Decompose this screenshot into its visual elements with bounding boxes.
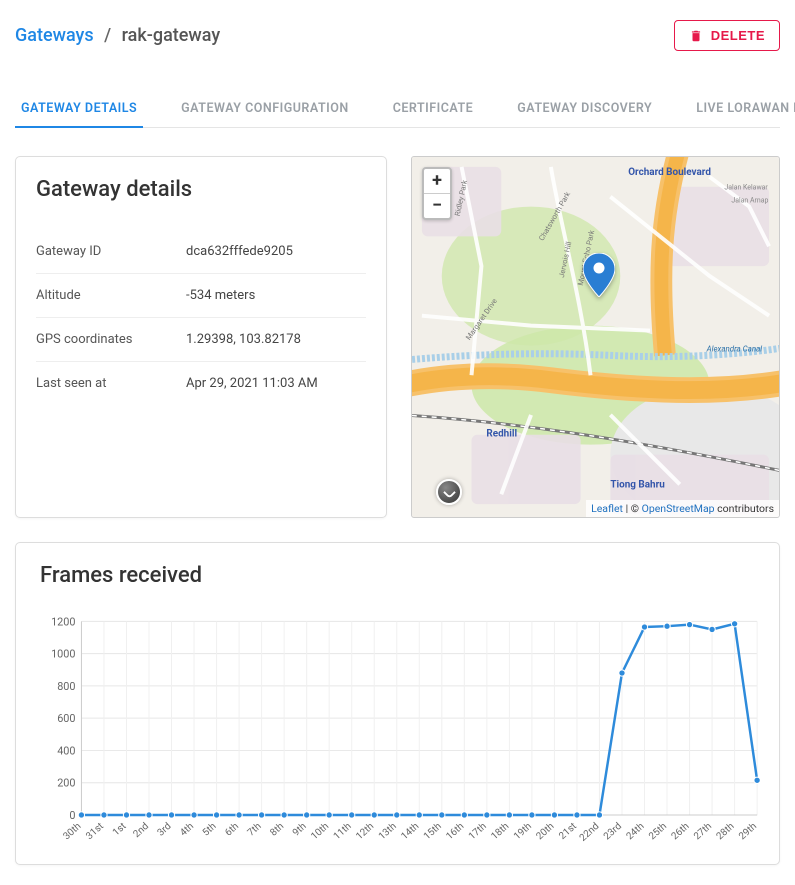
map-label-tiong: Tiong Bahru — [610, 479, 665, 490]
svg-text:29th: 29th — [737, 821, 759, 842]
map-label-orchard: Orchard Boulevard — [628, 167, 711, 178]
svg-text:1000: 1000 — [51, 648, 75, 661]
svg-text:27th: 27th — [692, 821, 714, 842]
detail-value: 1.29398, 103.82178 — [186, 332, 301, 347]
zoom-in-button[interactable]: + — [424, 169, 450, 194]
frames-received-card: Frames received 0 200 400 600 800 1000 1200 30t… — [15, 542, 780, 865]
svg-text:800: 800 — [57, 680, 75, 693]
map-label-jalan-arnap: Jalan Arnap — [731, 197, 768, 205]
detail-row-gateway-id: Gateway ID dca632fffede9205 — [36, 230, 366, 274]
tabs: GATEWAY DETAILS GATEWAY CONFIGURATION CE… — [15, 91, 780, 128]
breadcrumb-separator: / — [104, 25, 111, 46]
detail-label: Altitude — [36, 288, 186, 303]
frames-chart: 0 200 400 600 800 1000 1200 30th31st 1st2nd 3rd4t… — [36, 612, 767, 852]
svg-text:15th: 15th — [422, 821, 444, 842]
frames-title: Frames received — [36, 563, 767, 588]
detail-label: GPS coordinates — [36, 332, 186, 347]
svg-text:17th: 17th — [467, 821, 489, 842]
delete-button[interactable]: DELETE — [674, 20, 780, 51]
trash-icon — [689, 29, 703, 43]
detail-value: dca632fffede9205 — [186, 244, 293, 259]
svg-text:12th: 12th — [354, 821, 376, 842]
svg-text:23rd: 23rd — [602, 821, 624, 842]
svg-text:31st: 31st — [84, 821, 106, 842]
svg-text:400: 400 — [57, 744, 75, 757]
detail-label: Last seen at — [36, 376, 186, 391]
svg-text:13th: 13th — [377, 821, 399, 842]
svg-text:10th: 10th — [309, 821, 331, 842]
tab-certificate[interactable]: CERTIFICATE — [387, 91, 480, 127]
map-attrib-osm-link[interactable]: OpenStreetMap — [642, 502, 715, 515]
svg-text:200: 200 — [57, 777, 75, 790]
svg-text:9th: 9th — [291, 821, 309, 839]
detail-label: Gateway ID — [36, 244, 186, 259]
svg-text:2nd: 2nd — [131, 821, 151, 840]
svg-text:21st: 21st — [557, 821, 579, 842]
delete-button-label: DELETE — [711, 28, 765, 43]
svg-text:600: 600 — [57, 712, 75, 725]
svg-text:3rd: 3rd — [156, 821, 174, 839]
breadcrumb-current: rak-gateway — [122, 25, 221, 46]
svg-text:1st: 1st — [111, 821, 129, 838]
svg-text:1200: 1200 — [51, 615, 75, 628]
breadcrumb: Gateways / rak-gateway — [15, 25, 220, 46]
detail-row-gps: GPS coordinates 1.29398, 103.82178 — [36, 318, 366, 362]
map-background: Orchard Boulevard Redhill Tiong Bahru Al… — [412, 157, 779, 516]
map[interactable]: Orchard Boulevard Redhill Tiong Bahru Al… — [411, 156, 780, 518]
map-label-jalan-kelawar: Jalan Kelawar — [724, 184, 768, 192]
svg-text:19th: 19th — [512, 821, 534, 842]
detail-value: Apr 29, 2021 11:03 AM — [186, 376, 318, 391]
map-zoom-controls: + − — [422, 167, 452, 220]
map-label-alexandra: Alexandra Canal — [706, 344, 763, 353]
svg-text:30th: 30th — [61, 821, 83, 842]
svg-text:24th: 24th — [624, 821, 646, 842]
details-title: Gateway details — [36, 177, 366, 202]
map-marker-secondary-icon — [436, 479, 462, 505]
svg-text:0: 0 — [69, 809, 75, 822]
svg-text:16th: 16th — [444, 821, 466, 842]
svg-text:8th: 8th — [268, 821, 286, 839]
svg-text:22nd: 22nd — [578, 821, 602, 844]
svg-text:11th: 11th — [332, 821, 354, 842]
tab-live-lorawan-frames[interactable]: LIVE LORAWAN FRAMES — [690, 91, 795, 127]
svg-text:20th: 20th — [534, 821, 556, 842]
svg-text:25th: 25th — [647, 821, 669, 842]
svg-text:18th: 18th — [489, 821, 511, 842]
svg-text:26th: 26th — [670, 821, 692, 842]
svg-text:4th: 4th — [178, 821, 196, 839]
tab-gateway-details[interactable]: GATEWAY DETAILS — [15, 91, 143, 128]
map-marker-icon — [583, 253, 615, 301]
map-label-redhill: Redhill — [486, 429, 517, 440]
svg-text:28th: 28th — [715, 821, 737, 842]
gateway-details-card: Gateway details Gateway ID dca632fffede9… — [15, 156, 387, 518]
tab-gateway-discovery[interactable]: GATEWAY DISCOVERY — [511, 91, 658, 127]
breadcrumb-root-link[interactable]: Gateways — [15, 25, 94, 46]
map-attrib-leaflet-link[interactable]: Leaflet — [591, 502, 623, 515]
svg-text:14th: 14th — [399, 821, 421, 842]
svg-text:5th: 5th — [201, 821, 219, 839]
svg-text:6th: 6th — [223, 821, 241, 839]
detail-row-last-seen: Last seen at Apr 29, 2021 11:03 AM — [36, 362, 366, 405]
map-attribution: Leaflet | © OpenStreetMap contributors — [586, 500, 779, 517]
tab-gateway-configuration[interactable]: GATEWAY CONFIGURATION — [175, 91, 355, 127]
svg-text:7th: 7th — [246, 821, 264, 839]
detail-row-altitude: Altitude -534 meters — [36, 274, 366, 318]
detail-value: -534 meters — [186, 288, 255, 303]
zoom-out-button[interactable]: − — [424, 194, 450, 218]
